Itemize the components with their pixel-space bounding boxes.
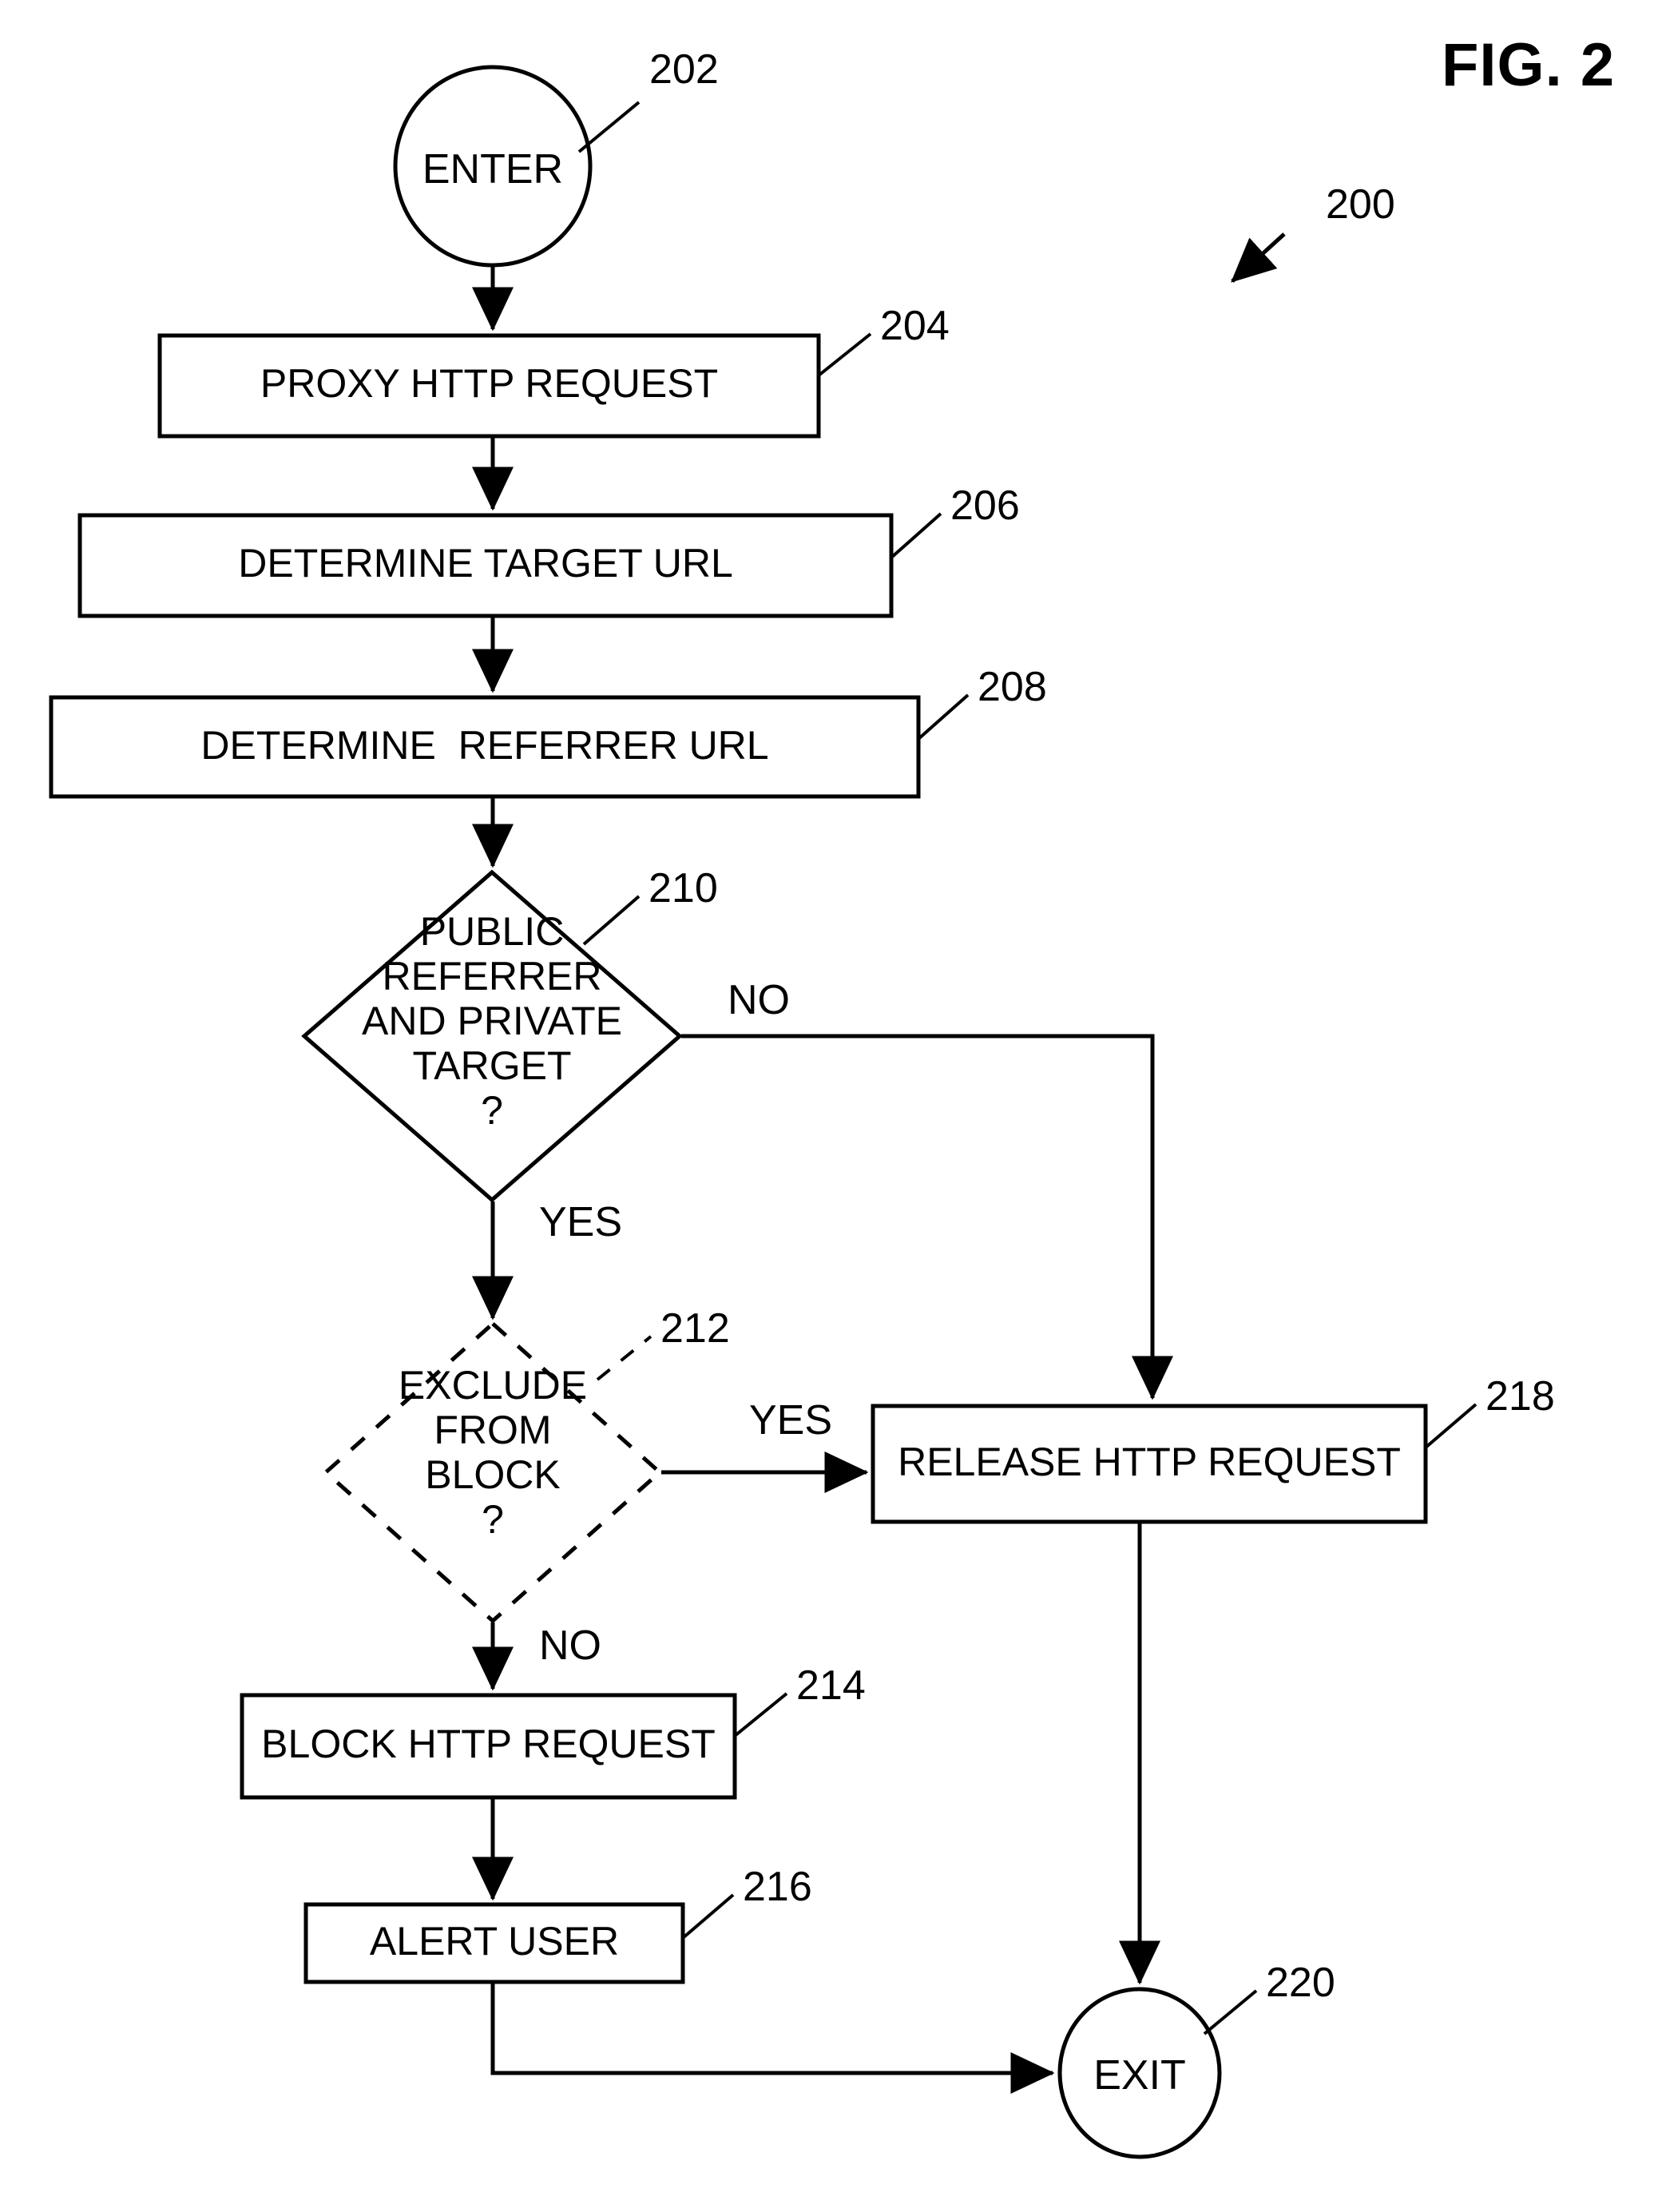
reference-number-216: 216 — [743, 1864, 812, 1910]
node-label-proxy-http-request: PROXY HTTP REQUEST — [260, 361, 719, 406]
branch-label-decision-210-no: NO — [728, 977, 790, 1023]
reference-number-206: 206 — [950, 483, 1020, 529]
reference-number-204: 204 — [880, 303, 950, 349]
reference-number-210: 210 — [649, 865, 718, 911]
reference-number-218: 218 — [1485, 1373, 1555, 1420]
leader-line-204 — [817, 332, 872, 377]
decision-210-line-2: REFERRER — [382, 954, 602, 999]
node-label-exit: EXIT — [1093, 2052, 1186, 2099]
reference-number-208: 208 — [978, 664, 1047, 710]
leader-line-206 — [890, 512, 942, 559]
edge-decision-210-no-to-release — [681, 1034, 1173, 1400]
reference-number-202: 202 — [649, 46, 719, 93]
node-label-decision-212: EXCLUDE FROM BLOCK ? — [325, 1363, 660, 1542]
figure-page: FIG. 2 200 202 204 206 208 210 212 214 2… — [0, 0, 1654, 2212]
edge-alert-user-to-exit — [490, 1983, 1055, 2095]
node-label-enter: ENTER — [422, 146, 564, 193]
decision-210-line-3: AND PRIVATE — [362, 999, 622, 1043]
node-label-decision-210: PUBLIC REFERRER AND PRIVATE TARGET ? — [304, 909, 680, 1133]
node-label-determine-target-url: DETERMINE TARGET URL — [238, 541, 733, 586]
decision-212-line-2: FROM — [434, 1408, 552, 1452]
branch-label-decision-212-no: NO — [539, 1622, 601, 1669]
node-label-release-http-request: RELEASE HTTP REQUEST — [898, 1440, 1401, 1484]
leader-line-218 — [1424, 1403, 1477, 1449]
leader-line-220 — [1203, 1989, 1258, 2035]
reference-number-220: 220 — [1266, 1960, 1335, 2006]
leader-line-208 — [917, 693, 970, 741]
decision-210-line-1: PUBLIC — [419, 909, 565, 954]
figure-title: FIG. 2 — [1442, 31, 1616, 99]
node-label-block-http-request: BLOCK HTTP REQUEST — [261, 1722, 716, 1766]
leader-arrow-200 — [1231, 232, 1286, 283]
decision-212-line-4: ? — [482, 1497, 504, 1542]
node-label-determine-referrer-url: DETERMINE REFERRER URL — [200, 723, 769, 768]
branch-label-decision-210-yes: YES — [539, 1199, 623, 1245]
reference-number-214: 214 — [796, 1662, 866, 1709]
leader-line-214 — [733, 1692, 788, 1737]
branch-label-decision-212-yes: YES — [749, 1397, 833, 1444]
decision-210-line-4: TARGET — [412, 1043, 572, 1088]
leader-line-216 — [681, 1893, 735, 1940]
reference-number-212: 212 — [660, 1305, 730, 1352]
reference-number-200: 200 — [1326, 181, 1395, 228]
decision-210-line-5: ? — [481, 1088, 503, 1133]
decision-212-line-1: EXCLUDE — [398, 1363, 588, 1408]
decision-212-line-3: BLOCK — [425, 1452, 561, 1497]
flowchart-canvas — [49, 65, 1477, 2159]
leader-line-202 — [577, 101, 641, 153]
node-label-alert-user: ALERT USER — [369, 1919, 620, 1964]
